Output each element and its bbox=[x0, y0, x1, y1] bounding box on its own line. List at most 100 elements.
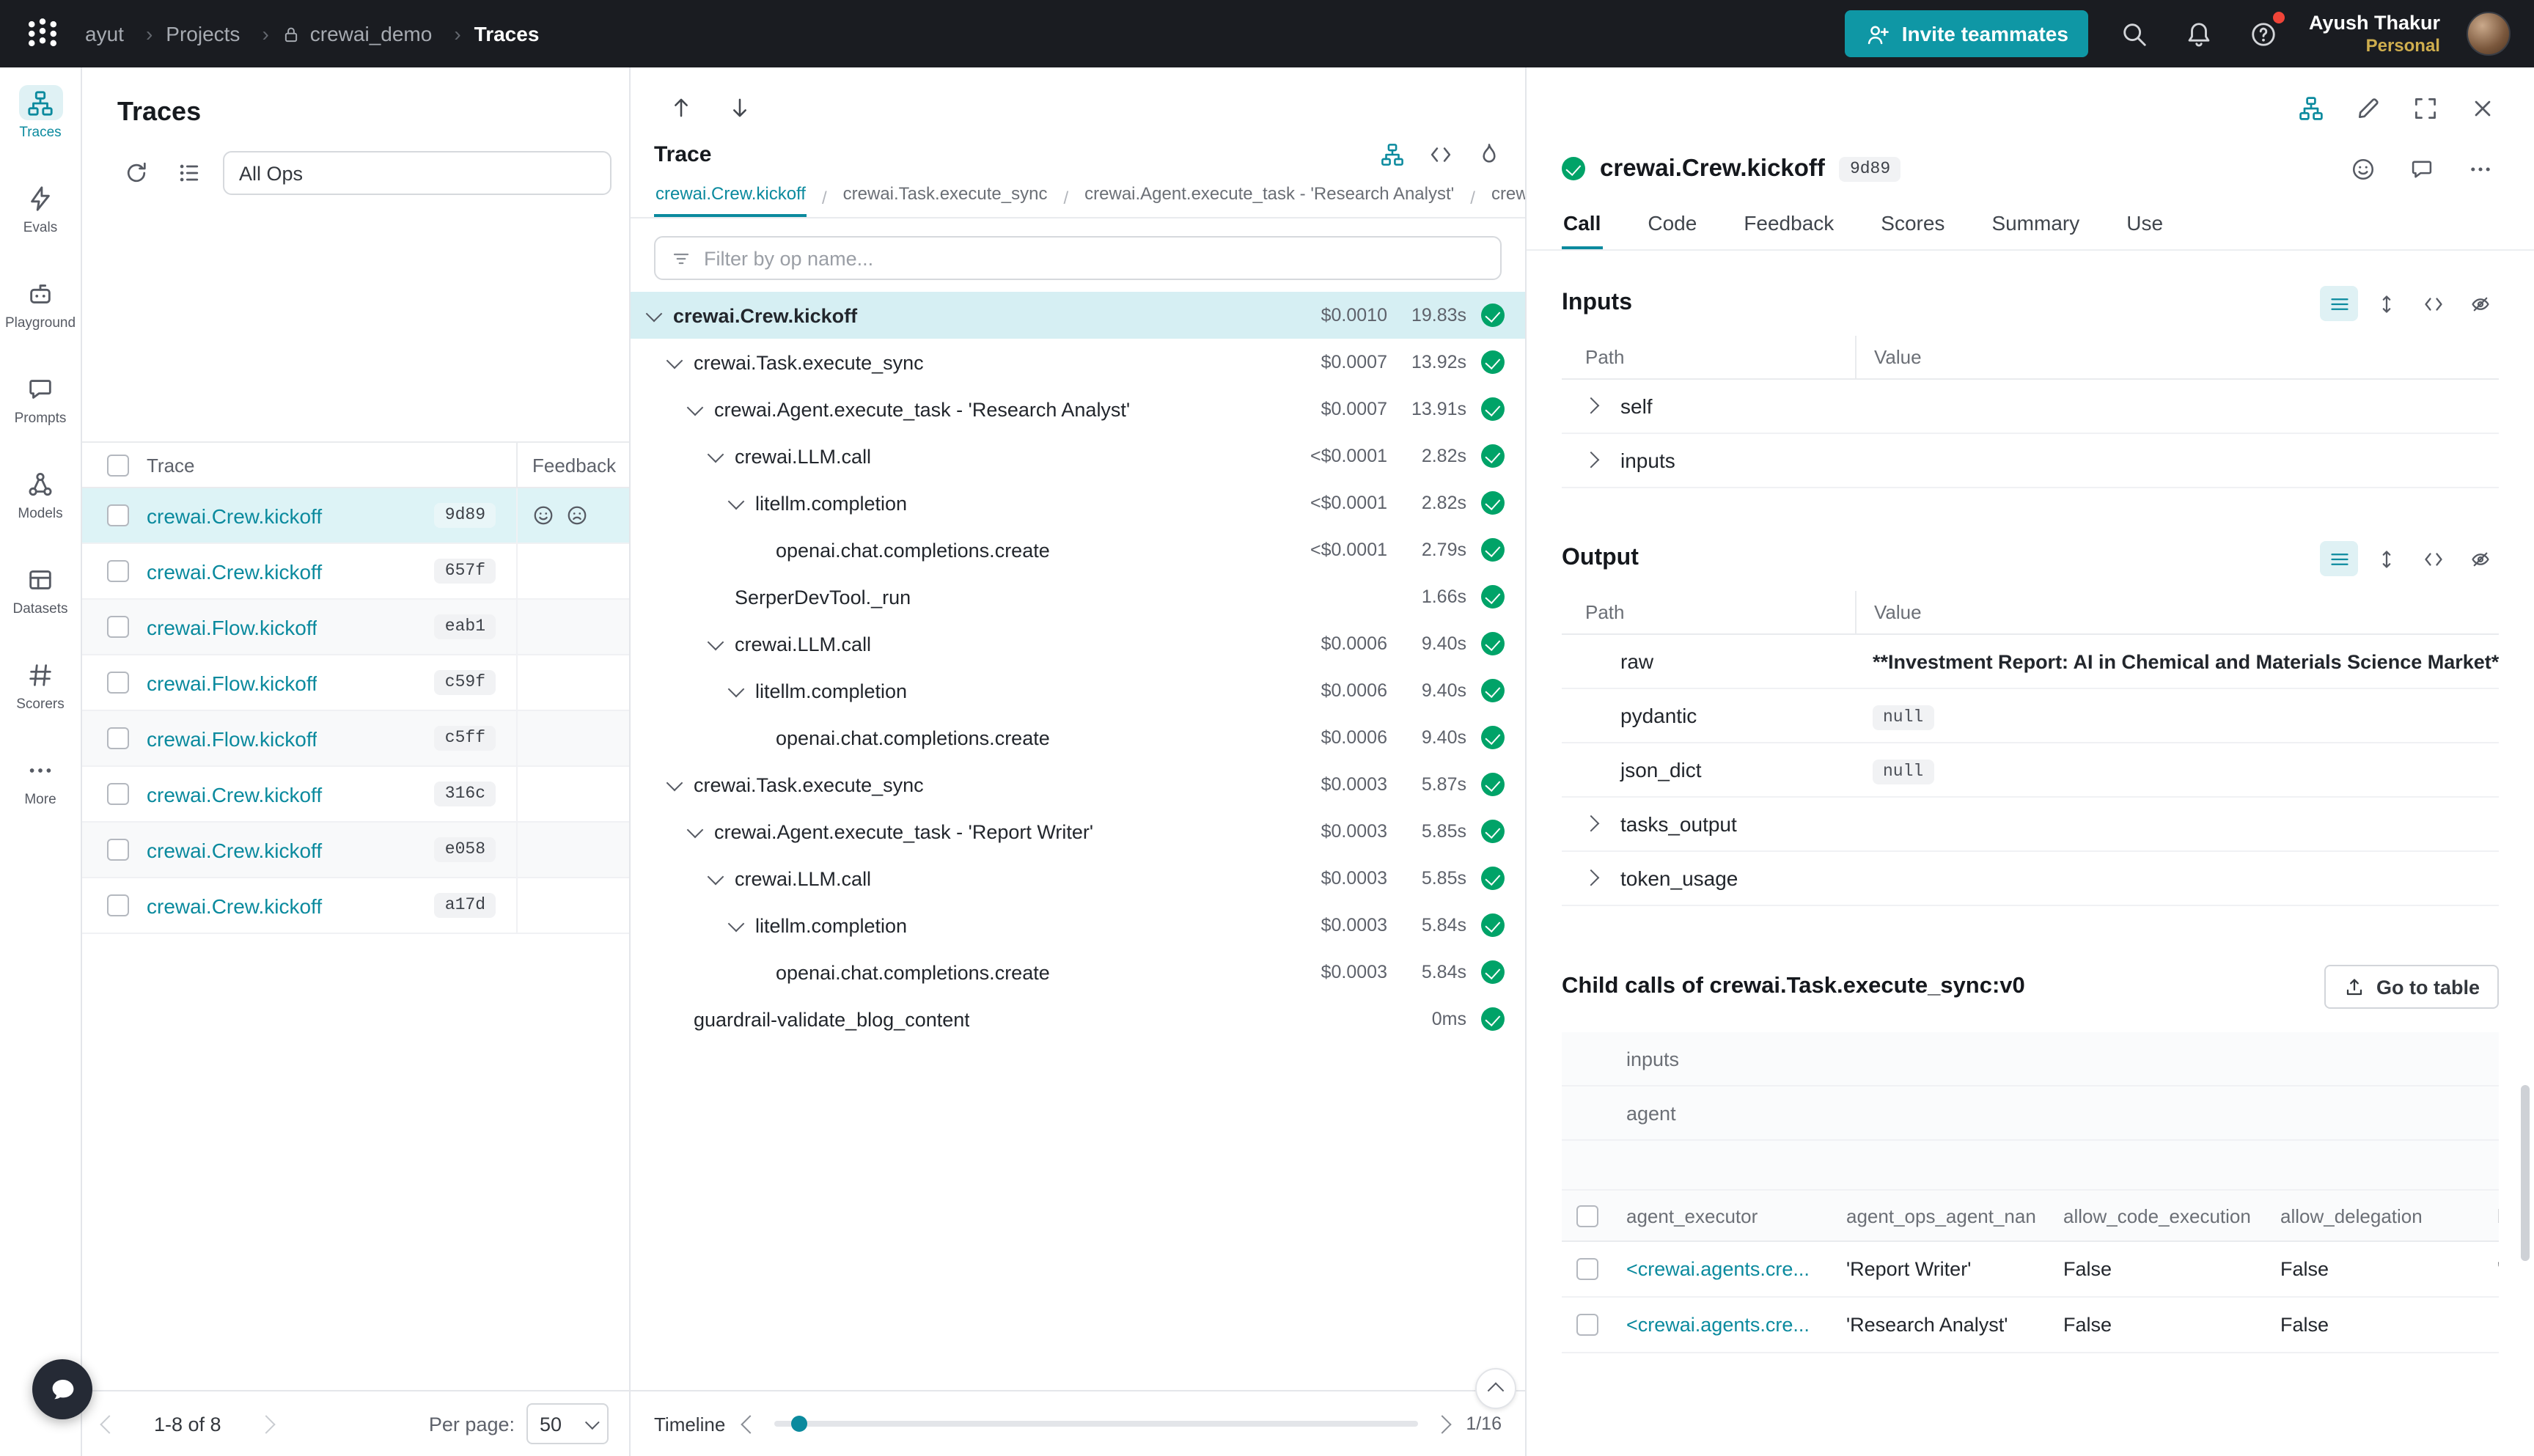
sidebar-item-scorers[interactable]: Scorers bbox=[0, 657, 81, 733]
tree-view-button[interactable] bbox=[1376, 138, 1408, 170]
tab-scores[interactable]: Scores bbox=[1879, 202, 1946, 249]
breadcrumb-project[interactable]: crewai_demo bbox=[282, 22, 474, 45]
output-row[interactable]: token_usage bbox=[1562, 852, 2499, 906]
output-row[interactable]: pydantic null bbox=[1562, 689, 2499, 743]
table-row[interactable]: <crewai.agents.cre... 'Report Writer' Fa… bbox=[1562, 1242, 2499, 1298]
prev-page-button[interactable] bbox=[100, 1414, 118, 1433]
scrollbar-thumb[interactable] bbox=[2521, 1085, 2530, 1261]
tab-use[interactable]: Use bbox=[2125, 202, 2164, 249]
list-view-button[interactable] bbox=[2320, 286, 2358, 321]
hide-values-button[interactable] bbox=[2461, 286, 2499, 321]
tree-row[interactable]: crewai.LLM.call <$0.0001 2.82s bbox=[631, 433, 1525, 479]
code-view-button[interactable] bbox=[1424, 138, 1456, 170]
path-tab[interactable]: crewai.Agent.execute_task - 'Research An… bbox=[1083, 176, 1490, 217]
path-tab[interactable]: crewai.Task.execute_sync bbox=[842, 176, 1084, 217]
chevron-down-icon[interactable] bbox=[728, 680, 745, 697]
timeline-slider-handle[interactable] bbox=[791, 1416, 807, 1432]
chevron-down-icon[interactable] bbox=[666, 774, 683, 791]
flame-view-button[interactable] bbox=[1472, 138, 1505, 170]
row-checkbox[interactable] bbox=[107, 504, 129, 526]
output-row[interactable]: json_dict null bbox=[1562, 743, 2499, 798]
tab-summary[interactable]: Summary bbox=[1990, 202, 2081, 249]
avatar[interactable] bbox=[2467, 12, 2511, 56]
prev-trace-button[interactable] bbox=[663, 89, 698, 125]
chevron-down-icon[interactable] bbox=[728, 915, 745, 932]
chevron-down-icon[interactable] bbox=[646, 305, 663, 322]
code-format-button[interactable] bbox=[2414, 286, 2452, 321]
chevron-down-icon[interactable] bbox=[708, 633, 724, 650]
chevron-right-icon[interactable] bbox=[1583, 815, 1600, 832]
tab-call[interactable]: Call bbox=[1562, 202, 1602, 249]
timeline-slider[interactable] bbox=[774, 1421, 1417, 1427]
table-row[interactable]: crewai.Flow.kickoffeab1 bbox=[82, 600, 629, 655]
output-row[interactable]: raw **Investment Report: AI in Chemical … bbox=[1562, 635, 2499, 689]
trace-link[interactable]: crewai.Crew.kickoff bbox=[147, 559, 322, 583]
chevron-down-icon[interactable] bbox=[708, 868, 724, 885]
chevron-down-icon[interactable] bbox=[687, 399, 704, 416]
notifications-button[interactable] bbox=[2180, 15, 2218, 53]
tree-row[interactable]: guardrail-validate_blog_content 0ms bbox=[631, 996, 1525, 1043]
sidebar-item-playground[interactable]: Playground bbox=[0, 276, 81, 352]
invite-teammates-button[interactable]: Invite teammates bbox=[1845, 10, 2089, 57]
fullscreen-button[interactable] bbox=[2409, 92, 2442, 125]
ops-filter-select[interactable]: All Ops bbox=[223, 151, 612, 195]
op-filter-input[interactable] bbox=[704, 247, 1485, 269]
user-menu[interactable]: Ayush Thakur Personal bbox=[2309, 11, 2440, 56]
tree-row[interactable]: crewai.Crew.kickoff $0.0010 19.83s bbox=[631, 292, 1525, 339]
tree-row[interactable]: openai.chat.completions.create $0.0003 5… bbox=[631, 949, 1525, 996]
tree-row[interactable]: crewai.Task.execute_sync $0.0007 13.92s bbox=[631, 339, 1525, 386]
row-checkbox[interactable] bbox=[107, 894, 129, 916]
row-checkbox[interactable] bbox=[1576, 1258, 1598, 1280]
chevron-right-icon[interactable] bbox=[1583, 452, 1600, 468]
code-format-button[interactable] bbox=[2414, 541, 2452, 576]
path-tab[interactable]: crewai.Crew.kickoff bbox=[654, 176, 842, 217]
trace-link[interactable]: crewai.Crew.kickoff bbox=[147, 782, 322, 806]
hide-values-button[interactable] bbox=[2461, 541, 2499, 576]
tree-row[interactable]: crewai.Agent.execute_task - 'Research An… bbox=[631, 386, 1525, 433]
chevron-down-icon[interactable] bbox=[687, 821, 704, 838]
row-checkbox[interactable] bbox=[1576, 1314, 1598, 1336]
table-row[interactable]: crewai.Flow.kickoffc59f bbox=[82, 655, 629, 711]
refresh-button[interactable] bbox=[117, 154, 155, 192]
trace-link[interactable]: crewai.Flow.kickoff bbox=[147, 615, 317, 639]
wandb-logo[interactable] bbox=[21, 12, 65, 56]
add-reaction-button[interactable] bbox=[2343, 150, 2381, 188]
chevron-right-icon[interactable] bbox=[1583, 869, 1600, 886]
trace-link[interactable]: crewai.Flow.kickoff bbox=[147, 727, 317, 750]
help-button[interactable] bbox=[2244, 15, 2283, 53]
row-checkbox[interactable] bbox=[107, 727, 129, 749]
table-row[interactable]: crewai.Crew.kickoff316c bbox=[82, 767, 629, 823]
select-all-checkbox[interactable] bbox=[107, 454, 129, 476]
chat-widget-button[interactable] bbox=[32, 1359, 92, 1419]
table-row[interactable]: crewai.Crew.kickoffa17d bbox=[82, 878, 629, 934]
tree-view-toggle-button[interactable] bbox=[2295, 92, 2327, 125]
output-row[interactable]: tasks_output bbox=[1562, 798, 2499, 852]
expand-all-button[interactable] bbox=[2367, 541, 2405, 576]
row-checkbox[interactable] bbox=[107, 839, 129, 861]
chevron-down-icon[interactable] bbox=[708, 446, 724, 463]
edit-button[interactable] bbox=[2352, 92, 2384, 125]
agent-executor-link[interactable]: <crewai.agents.cre... bbox=[1612, 1314, 1832, 1336]
sidebar-item-evals[interactable]: Evals bbox=[0, 180, 81, 257]
input-row[interactable]: self bbox=[1562, 380, 2499, 434]
close-panel-button[interactable] bbox=[2467, 92, 2499, 125]
breadcrumb-projects[interactable]: Projects bbox=[166, 22, 282, 45]
list-view-button[interactable] bbox=[2320, 541, 2358, 576]
input-row[interactable]: inputs bbox=[1562, 434, 2499, 488]
per-page-select[interactable]: 50 bbox=[526, 1403, 609, 1444]
row-checkbox[interactable] bbox=[107, 616, 129, 638]
tree-row[interactable]: crewai.Task.execute_sync $0.0003 5.87s bbox=[631, 761, 1525, 808]
sidebar-item-datasets[interactable]: Datasets bbox=[0, 562, 81, 638]
more-actions-button[interactable] bbox=[2461, 150, 2499, 188]
timeline-next-button[interactable] bbox=[1433, 1414, 1451, 1433]
search-button[interactable] bbox=[2115, 15, 2153, 53]
display-settings-button[interactable] bbox=[170, 154, 208, 192]
expand-all-button[interactable] bbox=[2367, 286, 2405, 321]
chevron-down-icon[interactable] bbox=[666, 352, 683, 369]
agent-executor-link[interactable]: <crewai.agents.cre... bbox=[1612, 1258, 1832, 1280]
sidebar-item-models[interactable]: Models bbox=[0, 466, 81, 543]
table-row[interactable]: crewai.Crew.kickoffe058 bbox=[82, 823, 629, 878]
add-note-button[interactable] bbox=[2402, 150, 2440, 188]
tree-row[interactable]: openai.chat.completions.create $0.0006 9… bbox=[631, 714, 1525, 761]
table-row[interactable]: crewai.Crew.kickoff657f bbox=[82, 544, 629, 600]
